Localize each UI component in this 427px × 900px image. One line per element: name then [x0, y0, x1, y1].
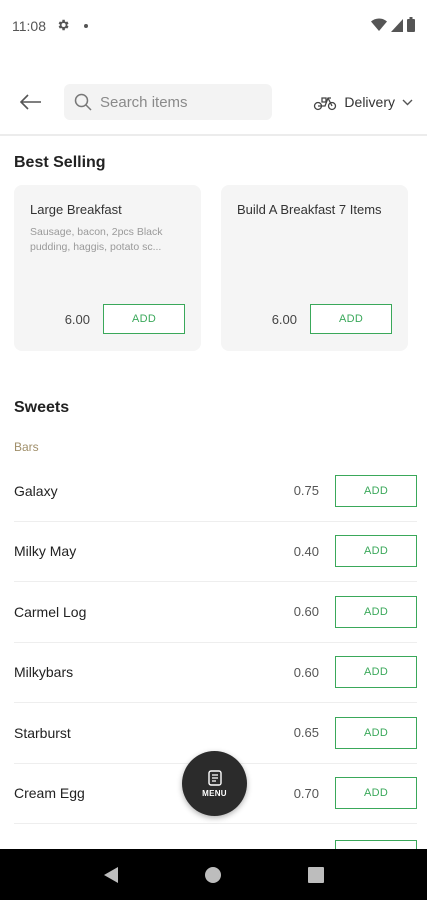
header: Delivery	[0, 80, 427, 124]
search-input[interactable]	[100, 93, 260, 111]
delivery-label: Delivery	[344, 94, 395, 110]
card-item-name: Build A Breakfast 7 Items	[237, 202, 382, 217]
card-item-description: Sausage, bacon, 2pcs Black pudding, hagg…	[30, 226, 163, 253]
add-button[interactable]: ADD	[335, 777, 417, 810]
best-selling-card[interactable]: Build A Breakfast 7 Items 6.00 ADD	[221, 185, 408, 351]
item-name: Carmel Log	[14, 603, 87, 620]
status-right	[371, 17, 415, 35]
item-name: Starburst	[14, 724, 71, 741]
list-item[interactable]: Milkybars 0.60 ADD	[14, 643, 417, 703]
item-price: 0.60	[293, 664, 319, 680]
menu-fab-button[interactable]: MENU	[182, 751, 247, 816]
item-name: Milky May	[14, 543, 77, 560]
add-button[interactable]: ADD	[310, 304, 392, 334]
card-bottom: 6.00 ADD	[30, 304, 185, 334]
list-item[interactable]: Carmel Log 0.60 ADD	[14, 582, 417, 643]
list-item[interactable]: Galaxy 0.75 ADD	[14, 461, 417, 522]
back-button[interactable]	[14, 85, 48, 119]
status-left: 11:08	[12, 18, 88, 35]
menu-fab-label: MENU	[202, 788, 227, 798]
arrow-left-icon	[20, 94, 41, 110]
header-divider	[0, 134, 427, 136]
add-button[interactable]: ADD	[335, 595, 417, 628]
best-selling-card[interactable]: Large Breakfast Sausage, bacon, 2pcs Bla…	[14, 185, 201, 351]
item-name: Cream Egg	[14, 785, 85, 802]
chevron-down-icon	[402, 99, 413, 105]
signal-icon	[391, 18, 403, 35]
item-price: 0.60	[293, 604, 319, 620]
search-box[interactable]	[64, 84, 272, 120]
circle-home-icon	[205, 866, 222, 883]
delivery-dropdown[interactable]: Delivery	[313, 93, 413, 111]
add-button[interactable]: ADD	[335, 656, 417, 689]
add-button[interactable]: ADD	[335, 716, 417, 749]
battery-icon	[407, 17, 415, 35]
item-price: 0.40	[293, 543, 319, 559]
nav-home-button[interactable]	[198, 860, 228, 890]
item-price: 0.70	[293, 785, 319, 801]
card-bottom: 6.00 ADD	[237, 304, 392, 334]
bars-subcategory: Bars	[14, 440, 39, 454]
menu-document-icon	[207, 769, 222, 786]
add-button[interactable]: ADD	[335, 535, 417, 568]
add-button[interactable]: ADD	[103, 304, 185, 334]
notification-dot-icon	[84, 24, 88, 28]
square-recents-icon	[307, 866, 324, 883]
card-item-price: 6.00	[271, 311, 297, 327]
item-price: 0.75	[293, 483, 319, 499]
nav-back-button[interactable]	[96, 860, 126, 890]
item-name: Galaxy	[14, 482, 58, 499]
item-price: 0.65	[293, 725, 319, 741]
nav-recents-button[interactable]	[301, 860, 331, 890]
settings-gear-icon	[56, 18, 70, 35]
card-item-price: 6.00	[64, 311, 90, 327]
triangle-back-icon	[104, 866, 119, 883]
system-nav-bar	[0, 849, 427, 900]
list-item[interactable]: Milky May 0.40 ADD	[14, 522, 417, 582]
add-button[interactable]: ADD	[335, 474, 417, 507]
sweets-list: Galaxy 0.75 ADD Milky May 0.40 ADD Carme…	[14, 461, 417, 885]
sweets-title: Sweets	[14, 399, 70, 416]
card-item-name: Large Breakfast	[30, 202, 122, 217]
status-time: 11:08	[12, 18, 46, 34]
item-name: Milkybars	[14, 664, 74, 681]
best-selling-title: Best Selling	[14, 154, 106, 171]
wifi-icon	[371, 17, 387, 35]
search-icon	[74, 93, 92, 111]
delivery-scooter-icon	[314, 97, 337, 111]
status-bar: 11:08	[0, 0, 427, 52]
